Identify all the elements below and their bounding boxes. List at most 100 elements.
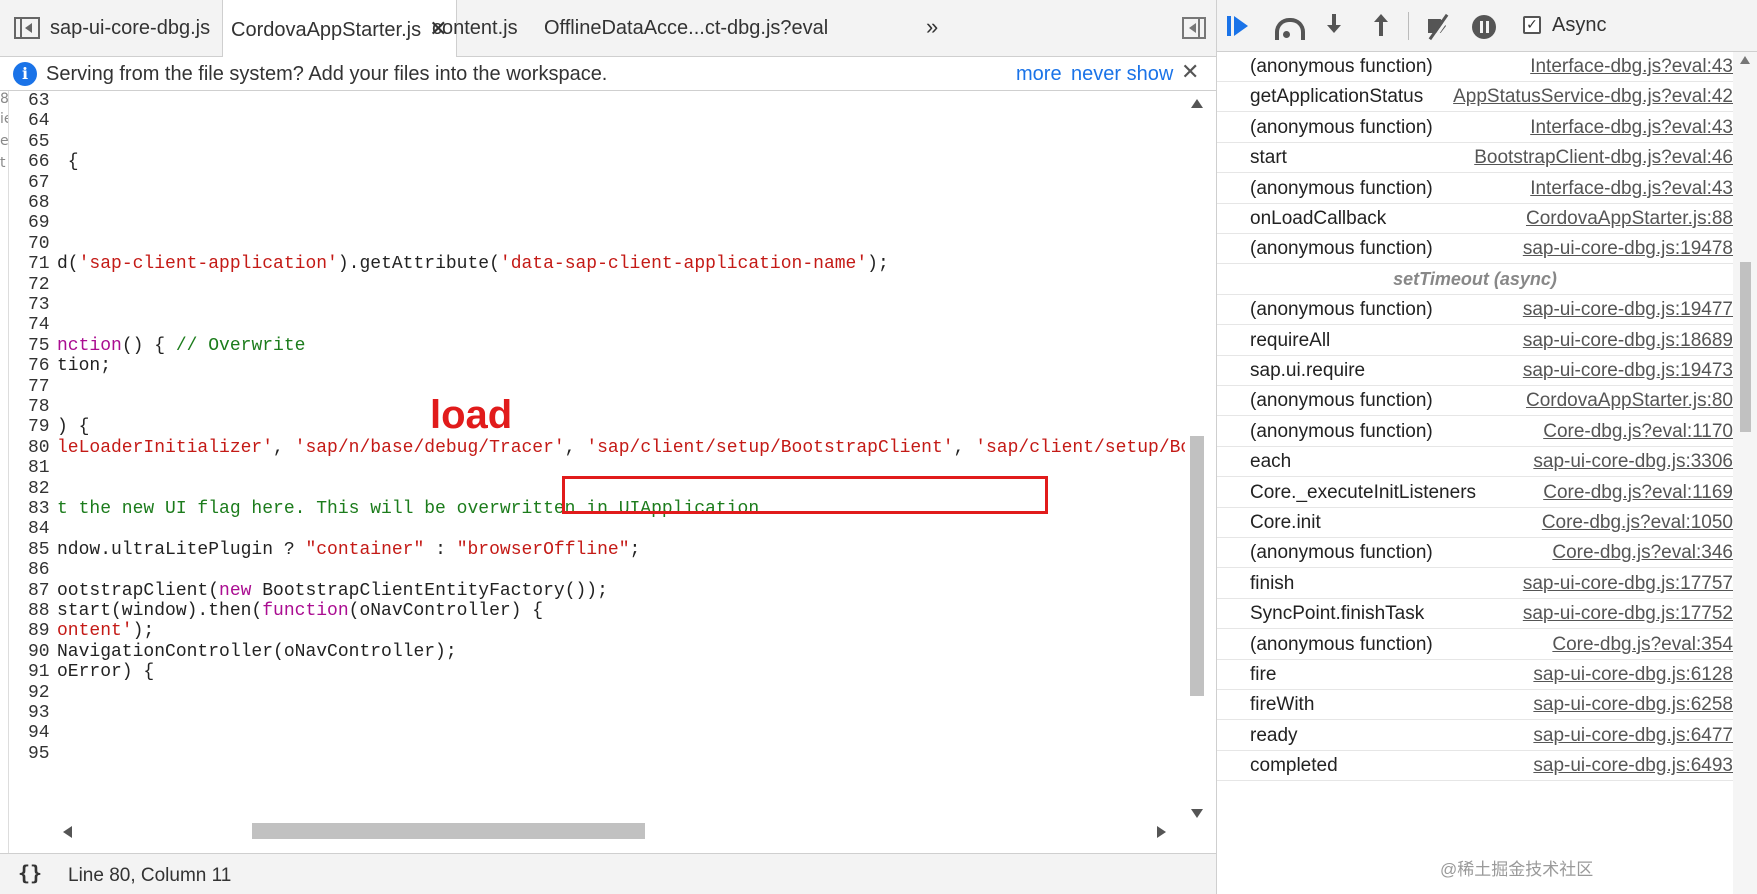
call-frame-location-link[interactable]: sap-ui-core-dbg.js:18689 xyxy=(1523,330,1733,352)
scroll-thumb[interactable] xyxy=(1190,436,1204,696)
call-frame[interactable]: (anonymous function) sap-ui-core-dbg.js:1… xyxy=(1217,234,1733,265)
line-number[interactable]: 90 xyxy=(28,642,52,662)
line-number[interactable]: 86 xyxy=(28,560,52,580)
line-number[interactable]: 94 xyxy=(28,723,52,743)
scroll-thumb[interactable] xyxy=(1740,262,1751,432)
call-frame[interactable]: each sap-ui-core-dbg.js:3306 xyxy=(1217,447,1733,478)
call-frame[interactable]: (anonymous function) Core-dbg.js?eval:117… xyxy=(1217,417,1733,447)
call-frame[interactable]: (anonymous function) CordovaAppStarter.js… xyxy=(1217,386,1733,417)
line-number[interactable]: 95 xyxy=(28,744,52,764)
line-number[interactable]: 84 xyxy=(28,519,52,539)
editor-horizontal-scrollbar[interactable] xyxy=(57,819,1182,843)
call-frame[interactable]: Core.init Core-dbg.js?eval:1050 xyxy=(1217,508,1733,538)
call-stack-scrollbar[interactable] xyxy=(1733,52,1757,894)
call-frame[interactable]: fire sap-ui-core-dbg.js:6128 xyxy=(1217,660,1733,690)
scroll-left-icon[interactable] xyxy=(63,826,72,838)
call-frame[interactable]: start BootstrapClient-dbg.js?eval:46 xyxy=(1217,143,1733,174)
call-frame-location-link[interactable]: Interface-dbg.js?eval:43 xyxy=(1530,178,1733,200)
line-number[interactable]: 70 xyxy=(28,234,52,254)
line-number[interactable]: 73 xyxy=(28,295,52,315)
code-editor[interactable]: 8 ie e t {d('sap-client-application').ge… xyxy=(0,91,1216,853)
call-frame[interactable]: fireWith sap-ui-core-dbg.js:6258 xyxy=(1217,690,1733,721)
call-frame[interactable]: (anonymous function) Interface-dbg.js?eva… xyxy=(1217,174,1733,204)
call-frame-location-link[interactable]: Core-dbg.js?eval:1050 xyxy=(1542,512,1733,534)
call-frame-location-link[interactable]: sap-ui-core-dbg.js:19477 xyxy=(1523,299,1733,321)
resume-icon[interactable] xyxy=(1225,14,1253,40)
call-frame[interactable]: (anonymous function) Core-dbg.js?eval:346 xyxy=(1217,538,1733,569)
call-frame[interactable]: getApplicationStatus AppStatusService-dbg… xyxy=(1217,82,1733,113)
line-number[interactable]: 92 xyxy=(28,683,52,703)
line-number[interactable]: 68 xyxy=(28,193,52,213)
call-frame-location-link[interactable]: CordovaAppStarter.js:80 xyxy=(1526,390,1733,412)
tab-sap-ui-core-dbg[interactable]: sap-ui-core-dbg.js xyxy=(50,0,210,57)
line-number[interactable]: 71 xyxy=(28,254,52,274)
scroll-up-icon[interactable] xyxy=(1191,99,1203,108)
line-number[interactable]: 66 xyxy=(28,152,52,172)
call-frame[interactable]: SyncPoint.finishTask sap-ui-core-dbg.js:1… xyxy=(1217,599,1733,630)
call-frame-location-link[interactable]: sap-ui-core-dbg.js:3306 xyxy=(1533,451,1733,473)
line-number[interactable]: 69 xyxy=(28,213,52,233)
line-number[interactable]: 76 xyxy=(28,356,52,376)
step-into-icon[interactable] xyxy=(1321,14,1349,40)
call-frame[interactable]: sap.ui.require sap-ui-core-dbg.js:19473 xyxy=(1217,356,1733,386)
call-frame-location-link[interactable]: Interface-dbg.js?eval:43 xyxy=(1530,56,1733,78)
pause-on-exceptions-icon[interactable] xyxy=(1471,14,1499,40)
call-frame-location-link[interactable]: Core-dbg.js?eval:354 xyxy=(1552,634,1733,656)
call-frame-location-link[interactable]: sap-ui-core-dbg.js:17752 xyxy=(1523,603,1733,625)
navigator-toggle-icon[interactable] xyxy=(14,17,40,39)
scroll-up-icon[interactable] xyxy=(1740,56,1750,64)
toggle-debugger-sidebar-icon[interactable] xyxy=(1182,17,1206,39)
line-number[interactable]: 81 xyxy=(28,458,52,478)
line-number[interactable]: 77 xyxy=(28,377,52,397)
call-frame[interactable]: ready sap-ui-core-dbg.js:6477 xyxy=(1217,721,1733,751)
infobar-more-link[interactable]: more xyxy=(1016,63,1062,86)
call-frame-location-link[interactable]: sap-ui-core-dbg.js:6477 xyxy=(1533,725,1733,747)
infobar-close-icon[interactable]: ✕ xyxy=(1181,59,1199,85)
infobar-never-show-link[interactable]: never show xyxy=(1071,63,1173,86)
line-number[interactable]: 82 xyxy=(28,479,52,499)
line-number[interactable]: 65 xyxy=(28,132,52,152)
line-number[interactable]: 63 xyxy=(28,91,52,111)
pretty-print-icon[interactable]: {} xyxy=(18,861,42,885)
step-out-icon[interactable] xyxy=(1368,14,1396,40)
line-number[interactable]: 79 xyxy=(28,417,52,437)
call-frame[interactable]: Core._executeInitListeners Core-dbg.js?ev… xyxy=(1217,478,1733,508)
call-frame-location-link[interactable]: AppStatusService-dbg.js?eval:42 xyxy=(1453,86,1733,108)
scroll-down-icon[interactable] xyxy=(1191,809,1203,818)
line-number[interactable]: 89 xyxy=(28,621,52,641)
line-number[interactable]: 88 xyxy=(28,601,52,621)
line-number[interactable]: 87 xyxy=(28,581,52,601)
editor-vertical-scrollbar[interactable] xyxy=(1185,91,1209,821)
call-frame[interactable]: onLoadCallback CordovaAppStarter.js:88 xyxy=(1217,204,1733,234)
tab-content-js[interactable]: content.js xyxy=(432,0,518,57)
call-frame-location-link[interactable]: sap-ui-core-dbg.js:19473 xyxy=(1523,360,1733,382)
line-number[interactable]: 91 xyxy=(28,662,52,682)
call-frame[interactable]: (anonymous function) Interface-dbg.js?eva… xyxy=(1217,52,1733,82)
call-frame-location-link[interactable]: Core-dbg.js?eval:1169 xyxy=(1543,482,1733,504)
tab-cordova-app-starter[interactable]: CordovaAppStarter.js ✕ xyxy=(222,0,457,58)
line-number[interactable]: 64 xyxy=(28,111,52,131)
call-frame-location-link[interactable]: sap-ui-core-dbg.js:17757 xyxy=(1523,573,1733,595)
tab-offline-data-access[interactable]: OfflineDataAcce...ct-dbg.js?eval xyxy=(544,0,828,57)
tab-overflow-icon[interactable]: » xyxy=(926,14,938,40)
call-frame-location-link[interactable]: CordovaAppStarter.js:88 xyxy=(1526,208,1733,230)
call-frame[interactable]: (anonymous function) Interface-dbg.js?eva… xyxy=(1217,113,1733,143)
call-frame-location-link[interactable]: BootstrapClient-dbg.js?eval:46 xyxy=(1474,147,1733,169)
line-number[interactable]: 93 xyxy=(28,703,52,723)
call-frame[interactable]: (anonymous function) sap-ui-core-dbg.js:1… xyxy=(1217,295,1733,326)
call-frame[interactable]: finish sap-ui-core-dbg.js:17757 xyxy=(1217,569,1733,599)
line-number[interactable]: 67 xyxy=(28,173,52,193)
call-frame-location-link[interactable]: Interface-dbg.js?eval:43 xyxy=(1530,117,1733,139)
scroll-thumb[interactable] xyxy=(252,823,645,839)
line-number[interactable]: 78 xyxy=(28,397,52,417)
call-frame-location-link[interactable]: sap-ui-core-dbg.js:6493 xyxy=(1533,755,1733,777)
line-number[interactable]: 75 xyxy=(28,336,52,356)
call-frame-location-link[interactable]: sap-ui-core-dbg.js:6258 xyxy=(1533,694,1733,716)
call-frame-location-link[interactable]: Core-dbg.js?eval:1170 xyxy=(1543,421,1733,443)
line-number[interactable]: 83 xyxy=(28,499,52,519)
call-frame[interactable]: (anonymous function) Core-dbg.js?eval:354 xyxy=(1217,630,1733,660)
call-frame-location-link[interactable]: sap-ui-core-dbg.js:19478 xyxy=(1523,238,1733,260)
deactivate-breakpoints-icon[interactable] xyxy=(1425,14,1453,40)
call-frame-location-link[interactable]: Core-dbg.js?eval:346 xyxy=(1552,542,1733,564)
line-number[interactable]: 72 xyxy=(28,275,52,295)
